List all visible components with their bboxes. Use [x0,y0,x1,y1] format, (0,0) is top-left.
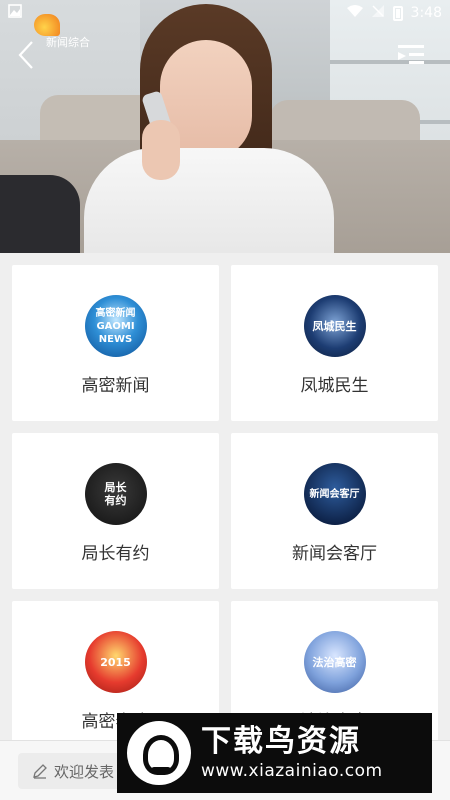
watermark-banner: 下载鸟资源 www.xiazainiao.com [117,713,432,793]
program-thumbnail: 法治高密 [303,631,366,693]
program-name: 高密新闻 [81,376,150,396]
comment-placeholder: 欢迎发表 [54,762,115,781]
program-thumbnail: 凤城民生 [303,295,366,357]
signal-icon [371,4,385,22]
back-button[interactable] [16,40,42,74]
pencil-icon [33,764,47,779]
watermark-url: www.xiazainiao.com [201,761,383,781]
program-card[interactable]: 局长 有约 局长有约 [12,433,219,589]
program-card[interactable]: 高密新闻 GAOMI NEWS 高密新闻 [12,265,219,421]
chevron-left-icon [18,41,33,69]
program-thumbnail: 高密新闻 GAOMI NEWS [84,295,147,357]
program-thumbnail: 新闻会客厅 [303,463,366,525]
program-name: 新闻会客厅 [292,544,377,564]
battery-icon [392,5,403,21]
gallery-notification-icon [8,4,22,22]
program-name: 局长有约 [81,544,150,564]
program-thumbnail: 2015 [84,631,147,693]
bird-logo-icon [127,721,191,785]
program-card[interactable]: 凤城民生 凤城民生 [231,265,438,421]
wifi-icon [346,4,363,22]
status-time: 3:48 [410,5,442,21]
program-thumbnail: 局长 有约 [84,463,147,525]
program-name: 凤城民生 [300,376,369,396]
video-player[interactable]: 3:48 新闻综合 [0,0,450,253]
flame-icon [34,14,60,36]
program-card[interactable]: 新闻会客厅 新闻会客厅 [231,433,438,589]
playlist-icon [398,45,424,64]
watermark-title: 下载鸟资源 [201,724,361,759]
channel-label: 新闻综合 [46,36,90,49]
playlist-button[interactable] [398,44,424,66]
